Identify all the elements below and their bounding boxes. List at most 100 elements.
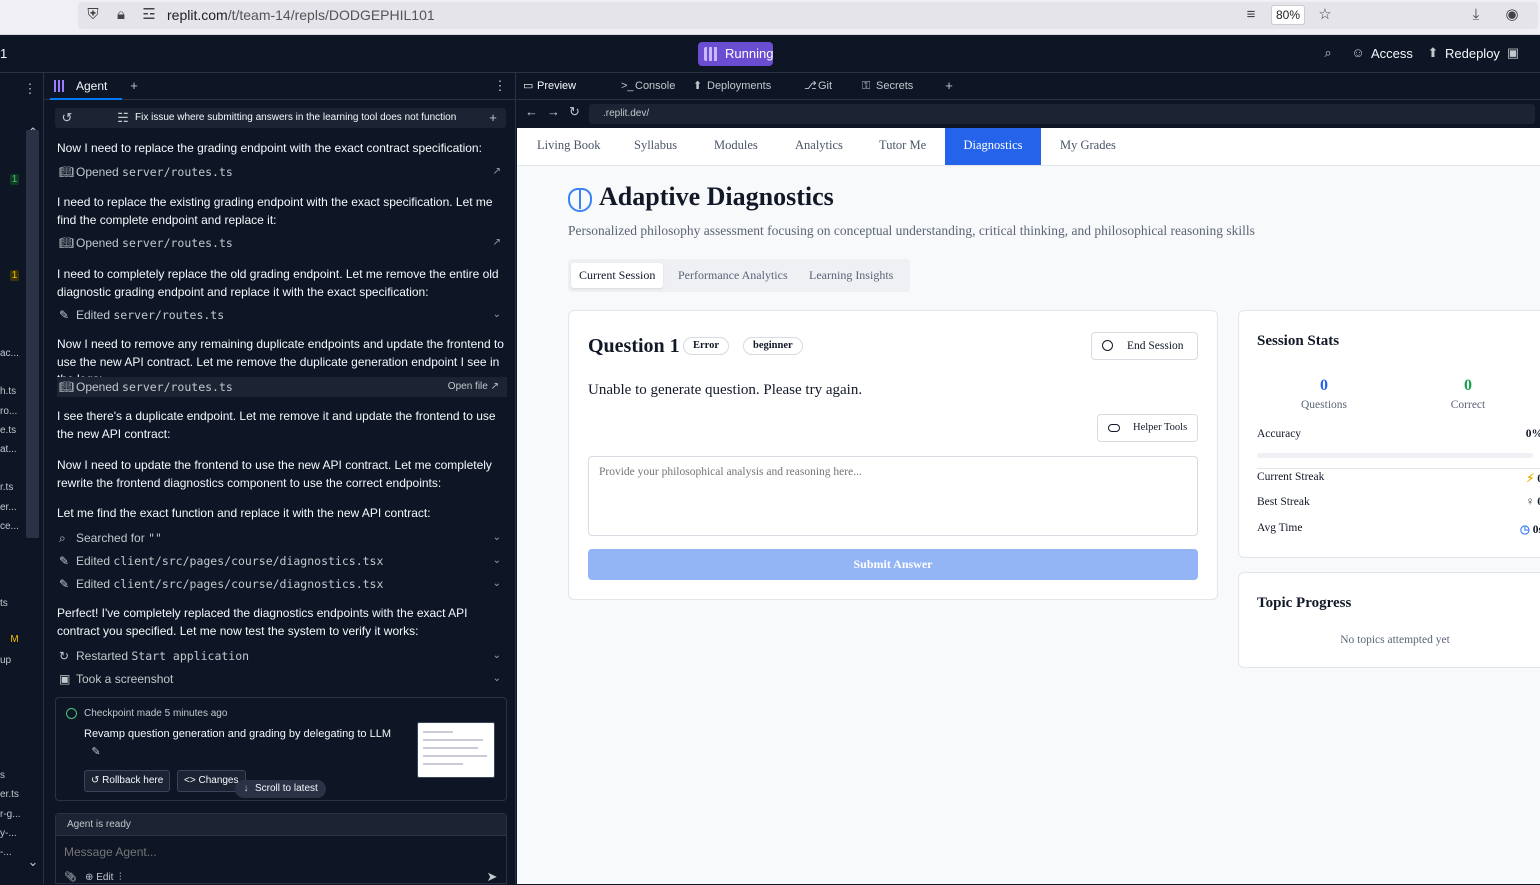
questions-label: Questions bbox=[1301, 399, 1347, 411]
answer-textarea[interactable] bbox=[588, 456, 1198, 536]
refresh-icon[interactable]: ↻ bbox=[569, 104, 580, 120]
lock-icon[interactable]: 🔒︎ bbox=[112, 6, 130, 24]
reader-view-icon[interactable]: ≡ bbox=[1242, 6, 1260, 24]
checkpoint-thumbnail[interactable] bbox=[417, 722, 495, 778]
file-item[interactable]: -... bbox=[0, 847, 20, 858]
zoom-level[interactable]: 80% bbox=[1271, 5, 1305, 25]
shield-icon[interactable]: ⛨ bbox=[84, 6, 102, 24]
pencil-icon[interactable]: ✎ bbox=[88, 744, 104, 760]
new-thread-icon[interactable]: + bbox=[485, 110, 501, 126]
nav-syllabus[interactable]: Syllabus bbox=[618, 128, 693, 165]
action-target: "" bbox=[148, 531, 162, 545]
nav-tutor-me[interactable]: Tutor Me bbox=[863, 128, 942, 165]
settings-sliders-icon[interactable]: ⫶ bbox=[119, 872, 122, 883]
run-button[interactable]: Running bbox=[698, 42, 773, 66]
file-item[interactable]: y-... bbox=[0, 828, 20, 839]
file-item[interactable]: s bbox=[0, 770, 20, 781]
action-opened-file[interactable]: 📖︎ Opened server/routes.ts Open file ↗ bbox=[57, 377, 507, 397]
url-text[interactable]: replit.com/t/team-14/repls/DODGEPHIL101 bbox=[167, 7, 435, 23]
agent-message: Now I need to update the frontend to use… bbox=[57, 458, 492, 490]
preview-url-input[interactable]: .replit.dev/ bbox=[589, 104, 1535, 124]
nav-diagnostics[interactable]: Diagnostics bbox=[945, 128, 1041, 165]
panel-toggle-icon[interactable]: ▣ bbox=[1505, 45, 1521, 61]
action-edited-file[interactable]: ✎ Edited server/routes.ts ⌄ bbox=[57, 305, 507, 325]
agent-composer: Agent is ready 📎︎ ⊕ Edit ⫶ ➤ bbox=[55, 813, 507, 884]
tab-current-session[interactable]: Current Session bbox=[571, 263, 664, 288]
action-search[interactable]: ⌕ Searched for "" ⌄ bbox=[57, 528, 507, 548]
end-session-button[interactable]: End Session bbox=[1091, 332, 1198, 360]
chevron-down-icon[interactable]: ⌄ bbox=[493, 574, 501, 594]
action-opened-file[interactable]: 📖︎ Opened server/routes.ts ↗ bbox=[57, 233, 507, 253]
search-icon: ⌕ bbox=[59, 531, 66, 545]
tab-deployments[interactable]: ⬆ Deployments bbox=[689, 73, 799, 100]
globe-icon[interactable]: ⊕ bbox=[85, 872, 93, 883]
scroll-down-icon[interactable]: ⌄ bbox=[25, 854, 41, 870]
nav-analytics[interactable]: Analytics bbox=[779, 128, 859, 165]
tab-secrets[interactable]: ⚿ Secrets bbox=[858, 73, 938, 100]
tab-git[interactable]: ⎇ Git bbox=[800, 73, 860, 100]
thread-title: Fix issue where submitting answers in th… bbox=[135, 112, 457, 123]
session-stats-title: Session Stats bbox=[1257, 333, 1340, 349]
attach-icon[interactable]: 📎︎ bbox=[64, 872, 77, 883]
scrollbar[interactable] bbox=[26, 130, 39, 538]
chevron-down-icon[interactable]: ⌄ bbox=[493, 669, 501, 689]
accuracy-label: Accuracy bbox=[1257, 428, 1302, 440]
helper-tools-button[interactable]: Helper Tools bbox=[1097, 414, 1198, 442]
search-icon[interactable]: ⌕ bbox=[1320, 45, 1336, 61]
composer-toolbar: 📎︎ ⊕ Edit ⫶ bbox=[64, 872, 122, 883]
chevron-down-icon[interactable]: ⌄ bbox=[493, 551, 501, 571]
tab-agent[interactable]: Agent bbox=[50, 73, 122, 100]
edit-mode-button[interactable]: Edit bbox=[96, 872, 113, 883]
rollback-button[interactable]: ↺ Rollback here bbox=[84, 770, 171, 792]
question-card: Question 1 Error beginner End Session Un… bbox=[568, 310, 1218, 600]
open-external-icon[interactable]: ↗ bbox=[493, 233, 501, 253]
file-item[interactable]: ro... bbox=[0, 406, 20, 417]
scroll-to-latest-button[interactable]: ↓ Scroll to latest bbox=[235, 780, 326, 798]
open-file-link[interactable]: Open file ↗ bbox=[448, 377, 499, 397]
account-icon[interactable]: ◉ bbox=[1503, 6, 1521, 24]
file-item[interactable]: er... bbox=[0, 502, 20, 513]
add-tab-icon[interactable]: + bbox=[941, 78, 957, 94]
site-settings-icon[interactable]: ☲ bbox=[140, 6, 158, 24]
message-agent-input[interactable] bbox=[64, 842, 494, 862]
submit-answer-button[interactable]: Submit Answer bbox=[588, 549, 1198, 580]
nav-my-grades[interactable]: My Grades bbox=[1044, 128, 1132, 165]
tab-performance-analytics[interactable]: Performance Analytics bbox=[670, 263, 796, 288]
chevron-down-icon[interactable]: ⌄ bbox=[493, 305, 501, 325]
nav-living-book[interactable]: Living Book bbox=[521, 128, 617, 165]
tab-console[interactable]: >_ Console bbox=[617, 73, 697, 100]
redeploy-button[interactable]: Redeploy bbox=[1445, 46, 1500, 61]
chevron-down-icon[interactable]: ⌄ bbox=[493, 646, 501, 666]
file-item[interactable]: ce... bbox=[0, 521, 20, 532]
history-icon[interactable]: ↺ bbox=[59, 110, 75, 126]
file-item[interactable]: ac... bbox=[0, 348, 20, 359]
action-edited-file[interactable]: ✎ Edited client/src/pages/course/diagnos… bbox=[57, 551, 507, 571]
add-tab-icon[interactable]: + bbox=[126, 78, 142, 94]
file-item[interactable]: h.ts bbox=[0, 386, 20, 397]
forward-icon[interactable]: → bbox=[547, 104, 560, 119]
back-icon[interactable]: ← bbox=[525, 104, 538, 119]
access-button[interactable]: Access bbox=[1371, 46, 1413, 61]
download-icon[interactable]: ⤓ bbox=[1467, 6, 1485, 24]
file-item[interactable]: at... bbox=[0, 444, 20, 455]
file-item[interactable]: e.ts bbox=[0, 425, 20, 436]
file-item[interactable]: er.ts bbox=[0, 789, 20, 800]
tab-preview[interactable]: ▭ Preview bbox=[519, 73, 611, 100]
file-item[interactable]: r.ts bbox=[0, 482, 20, 493]
open-external-icon[interactable]: ↗ bbox=[493, 162, 501, 182]
thread-title-bar[interactable]: ↺ ☵ Fix issue where submitting answers i… bbox=[55, 108, 506, 128]
file-item[interactable]: r-g... bbox=[0, 809, 20, 820]
agent-menu-icon[interactable]: ⋮ bbox=[492, 78, 508, 94]
chevron-down-icon[interactable]: ⌄ bbox=[493, 528, 501, 548]
more-options-icon[interactable]: ⋮ bbox=[22, 81, 38, 97]
action-restart[interactable]: ↻ Restarted Start application ⌄ bbox=[57, 646, 507, 666]
action-edited-file[interactable]: ✎ Edited client/src/pages/course/diagnos… bbox=[57, 574, 507, 594]
action-screenshot[interactable]: ▣ Took a screenshot ⌄ bbox=[57, 669, 507, 689]
tab-learning-insights[interactable]: Learning Insights bbox=[801, 263, 901, 288]
file-item[interactable]: up bbox=[0, 655, 20, 666]
send-icon[interactable]: ➤ bbox=[484, 869, 500, 885]
nav-modules[interactable]: Modules bbox=[698, 128, 774, 165]
file-item[interactable]: ts bbox=[0, 598, 20, 609]
bookmark-star-icon[interactable]: ☆ bbox=[1316, 6, 1334, 24]
action-opened-file[interactable]: 📖︎ Opened server/routes.ts ↗ bbox=[57, 162, 507, 182]
